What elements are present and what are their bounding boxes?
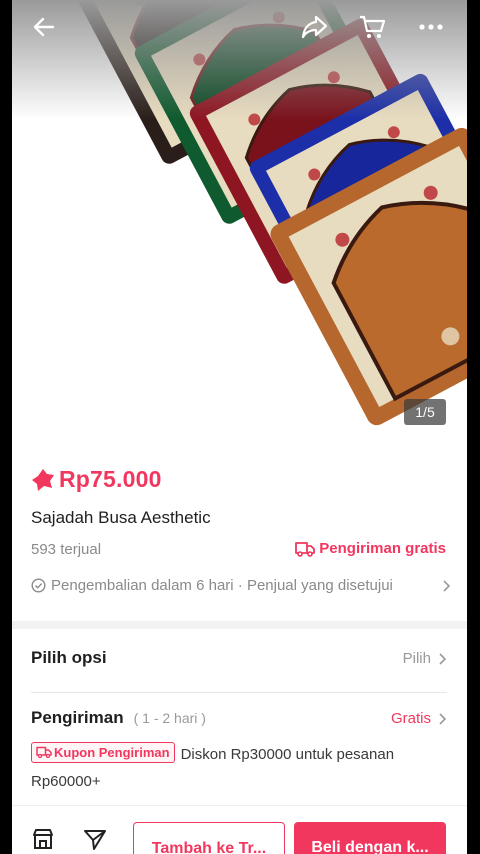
coupon-badge: Kupon Pengiriman [31,741,175,763]
shipping-value: Gratis [391,710,447,727]
coupon-badge-text: Kupon Pengiriman [54,744,170,760]
options-action[interactable]: Pilih [403,650,447,667]
shipping-label: Pengiriman [31,708,124,727]
cart-icon[interactable] [354,10,390,44]
check-circle-icon [31,578,46,593]
options-action-text: Pilih [402,650,431,667]
price-tag-icon [32,468,54,491]
buy-now-button[interactable]: Beli dengan k... [294,822,446,854]
chat-icon[interactable] [80,824,110,854]
more-icon[interactable] [413,10,449,44]
top-bar [12,0,467,54]
share-icon[interactable] [297,10,333,44]
chevron-right-icon [439,652,447,665]
bottom-action-bar: Tambah ke Tr... Beli dengan k... [12,805,467,854]
product-price: Rp75.000 [59,466,162,492]
free-shipping-text: Pengiriman gratis [319,540,446,557]
truck-icon [36,746,52,758]
product-image-carousel[interactable]: 1/5 [12,0,467,445]
options-label: Pilih opsi [31,648,107,667]
price-row: Rp75.000 [31,466,162,493]
shipping-coupon: Kupon Pengiriman Diskon Rp30000 untuk pe… [31,741,451,795]
shipping-days: ( 1 - 2 hari ) [133,710,206,726]
product-title: Sajadah Busa Aesthetic [31,508,211,527]
returns-policy-row[interactable]: Pengembalian dalam 6 hari · Penjual yang… [31,577,451,594]
free-shipping-label: Pengiriman gratis [295,540,446,557]
add-to-cart-button[interactable]: Tambah ke Tr... [133,822,285,854]
section-divider [12,621,467,629]
image-counter: 1/5 [404,399,446,425]
sold-count: 593 terjual [31,541,102,558]
back-arrow-icon[interactable] [26,10,62,44]
store-icon[interactable] [28,824,58,854]
shipping-value-text: Gratis [390,710,431,727]
product-page: 1/5 Rp75.000 Sajadah Busa Aesthetic 593 … [12,0,467,854]
select-options-row[interactable]: Pilih opsi Pilih [31,648,447,674]
chevron-right-icon [439,712,447,725]
shipping-row[interactable]: Pengiriman ( 1 - 2 hari ) Gratis [31,708,447,734]
truck-icon [295,541,316,557]
returns-text: Pengembalian dalam 6 hari · Penjual yang… [51,577,393,594]
chevron-right-icon [443,579,451,592]
row-divider [31,692,447,693]
